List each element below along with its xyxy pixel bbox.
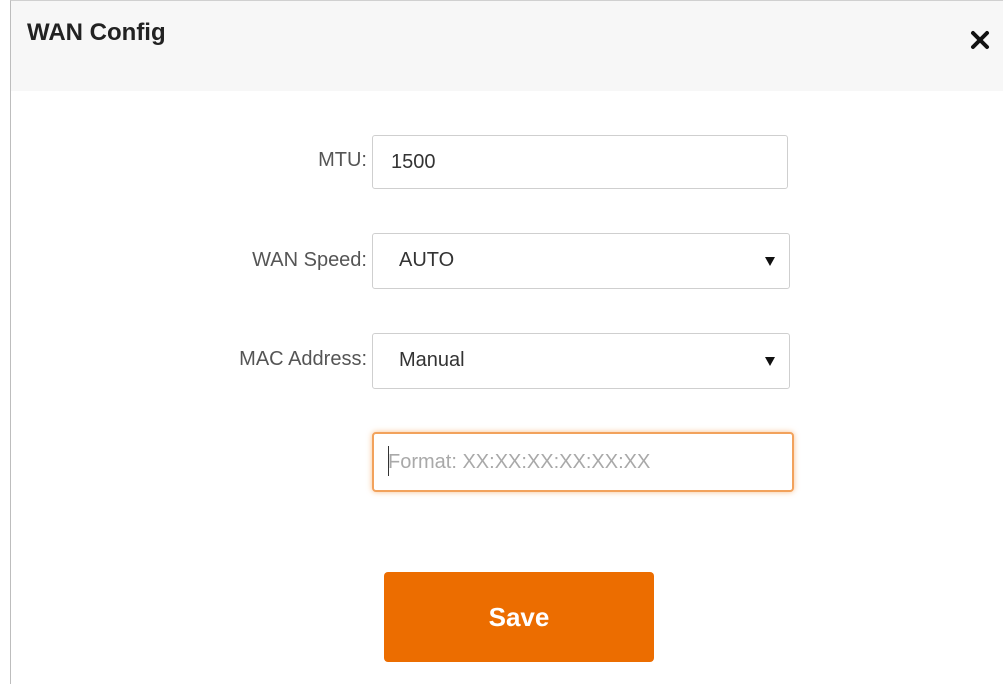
wan-speed-selected-value: AUTO (399, 249, 455, 271)
mac-address-input[interactable] (372, 432, 794, 492)
close-icon (971, 31, 989, 49)
dialog-title: WAN Config (27, 19, 166, 46)
mac-address-selected-value: Manual (399, 349, 465, 371)
dialog-header: WAN Config (11, 1, 1003, 91)
wan-speed-select[interactable]: AUTO (372, 233, 790, 289)
close-button[interactable] (964, 23, 996, 55)
wan-config-dialog: WAN Config MTU: WAN Speed: AUTO MAC Addr… (10, 0, 1003, 684)
dropdown-arrow-icon (765, 257, 775, 266)
dropdown-arrow-icon (765, 357, 775, 366)
mac-address-label: MAC Address: (239, 348, 367, 370)
wan-speed-label: WAN Speed: (252, 249, 367, 271)
text-cursor (388, 446, 389, 476)
mtu-label: MTU: (318, 149, 367, 171)
mtu-input[interactable] (372, 135, 788, 189)
save-button[interactable]: Save (384, 572, 654, 662)
mac-address-select[interactable]: Manual (372, 333, 790, 389)
